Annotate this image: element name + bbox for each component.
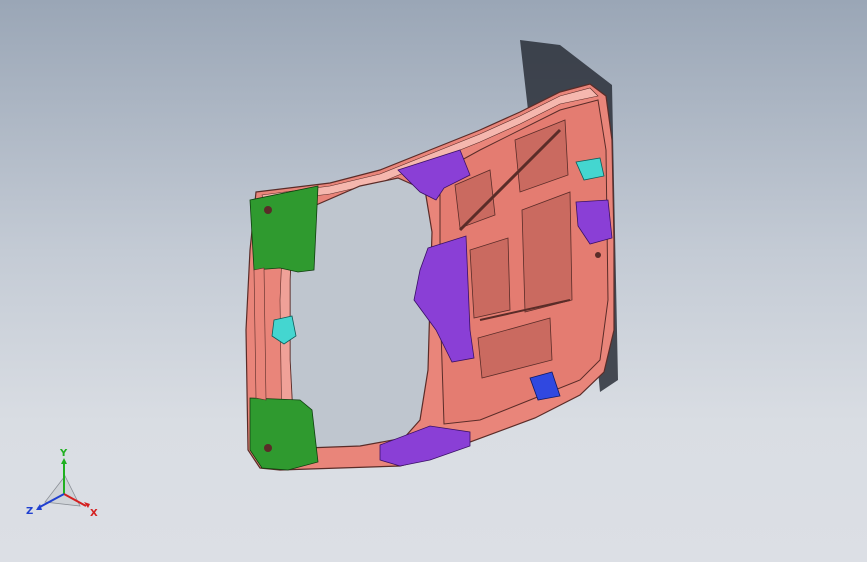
door-frame-model[interactable] bbox=[0, 0, 867, 562]
x-axis-label: X bbox=[90, 508, 98, 519]
green-reinforcement-upper[interactable] bbox=[249, 185, 319, 273]
graphics-viewport[interactable]: Y X Z bbox=[0, 0, 867, 562]
mount-hole bbox=[264, 444, 272, 452]
rib-opening-4 bbox=[469, 237, 511, 319]
y-axis-label: Y bbox=[59, 448, 68, 459]
axis-triad-icon[interactable]: Y X Z bbox=[20, 446, 110, 526]
rib-opening-3 bbox=[521, 191, 573, 313]
z-axis-label: Z bbox=[26, 506, 33, 517]
mount-hole bbox=[264, 206, 272, 214]
green-strip-middle bbox=[253, 267, 267, 401]
green-reinforcement-lower[interactable] bbox=[249, 397, 319, 471]
mount-hole bbox=[595, 252, 601, 258]
